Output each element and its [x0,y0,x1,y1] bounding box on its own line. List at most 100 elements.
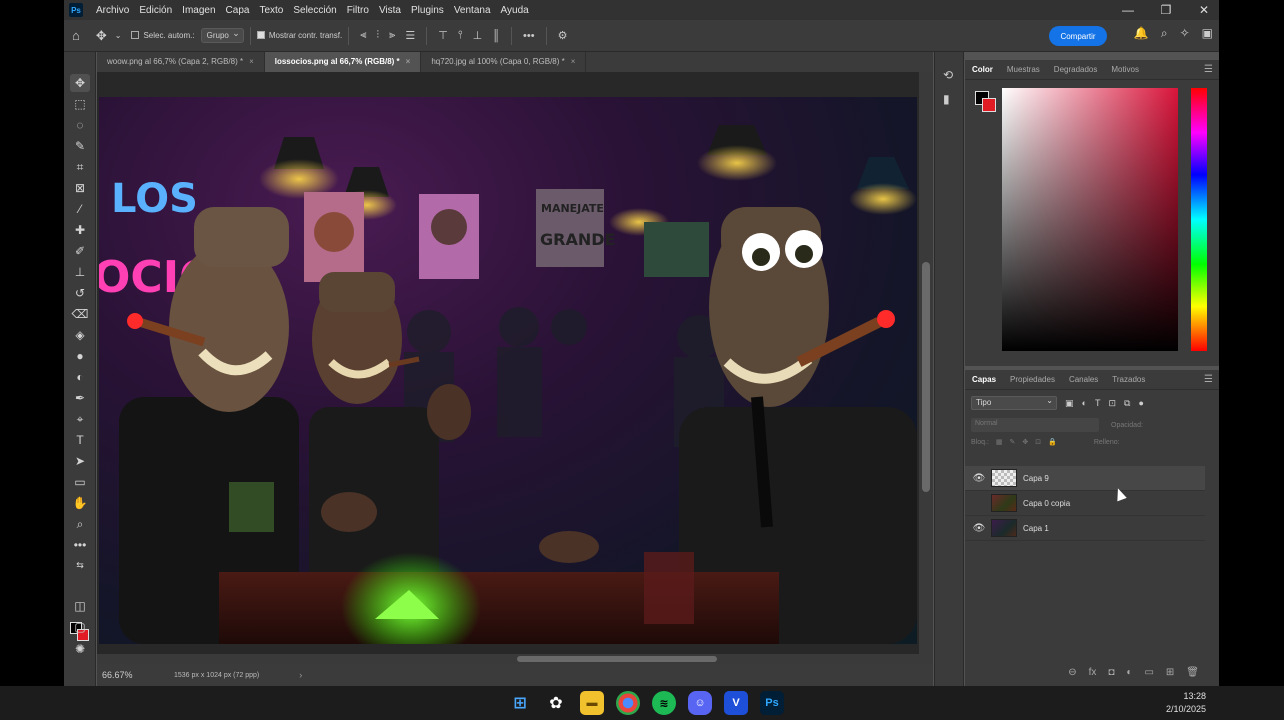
quick-mask-icon[interactable]: ◫ [70,597,90,615]
document-canvas[interactable]: LOS OCIO MANEJATE GRANDE [97,72,933,664]
path-select-icon[interactable]: ➤ [70,452,90,470]
close-icon[interactable]: ✕ [1195,3,1213,17]
discord-icon[interactable]: ☺ [688,691,712,715]
layer-row[interactable]: Capa 0 copia [965,491,1205,516]
new-layer-icon[interactable]: ⊞ [1166,667,1174,678]
history-brush-icon[interactable]: ↺ [70,284,90,302]
screen-mode-icon[interactable]: ▢ [70,618,90,636]
share-button[interactable]: Compartir [1049,26,1107,46]
lock-position-icon[interactable]: ✥ [1022,438,1028,446]
horizontal-scrollbar[interactable] [97,654,919,664]
system-clock[interactable]: 13:28 2/10/2025 [1166,690,1206,716]
edit-toolbar-icon[interactable]: ••• [70,536,90,554]
eraser-tool-icon[interactable]: ⌫ [70,305,90,323]
comments-panel-icon[interactable]: ▮ [943,92,950,106]
panel-menu-icon[interactable]: ☰ [1204,64,1213,75]
scrollbar-thumb[interactable] [922,262,930,492]
layer-style-icon[interactable]: fx [1089,667,1097,678]
paint-bucket-icon[interactable]: ◈ [70,326,90,344]
menu-edicion[interactable]: Edición [134,5,177,16]
gear-icon[interactable]: ⚙ [558,29,568,42]
tab-properties[interactable]: Propiedades [1003,375,1062,384]
photoshop-taskbar-icon[interactable]: Ps [760,691,784,715]
align-left-icon[interactable]: ⫷ [360,29,366,42]
align-center-icon[interactable]: ⫶ [376,29,379,42]
close-icon[interactable]: × [571,57,576,66]
menu-filtro[interactable]: Filtro [342,5,374,16]
auto-select-checkbox[interactable]: Selec. autom.: [131,31,195,40]
blend-mode-dropdown[interactable]: Normal [971,418,1099,432]
eye-icon[interactable]: 👁 [969,473,989,484]
home-icon[interactable]: ⌂ [72,28,80,43]
history-panel-icon[interactable]: ⟲ [943,68,953,82]
lock-artboard-icon[interactable]: ⊡ [1035,438,1041,446]
eye-icon[interactable]: 👁 [969,523,989,534]
layer-name[interactable]: Capa 9 [1023,474,1049,483]
new-group-icon[interactable]: ▭ [1144,667,1153,678]
crop-tool-icon[interactable]: ⌗ [70,158,90,176]
tab-swatches[interactable]: Muestras [1000,65,1047,74]
blur-tool-icon[interactable]: ● [70,347,90,365]
lock-brush-icon[interactable]: ✎ [1010,438,1016,446]
adjustment-layer-icon[interactable]: ◐ [1126,667,1132,678]
close-icon[interactable]: × [406,57,411,66]
bell-icon[interactable]: 🔔 [1134,26,1149,41]
lock-all-icon[interactable]: 🔒 [1048,438,1057,446]
align-middle-icon[interactable]: ⫯ [458,29,463,42]
artwork-image[interactable]: LOS OCIO MANEJATE GRANDE [99,97,917,644]
menu-plugins[interactable]: Plugins [406,5,449,16]
link-layers-icon[interactable]: ⊖ [1068,667,1076,678]
tab-patterns[interactable]: Motivos [1104,65,1146,74]
swap-colors-icon[interactable]: ⇆ [70,556,90,574]
align-top-icon[interactable]: ⊤ [438,29,448,42]
filter-adjustment-icon[interactable]: ◐ [1082,398,1087,408]
layer-row[interactable]: 👁 Capa 1 [965,516,1205,541]
distribute-vertical-icon[interactable]: ║ [492,30,500,42]
background-color-swatch[interactable] [982,98,996,112]
add-mask-icon[interactable]: ◘ [1108,667,1114,678]
workspace-icon[interactable]: ▣ [1202,26,1213,41]
dodge-tool-icon[interactable]: ◐ [70,368,90,386]
eyedropper-tool-icon[interactable]: ⁄ [70,200,90,218]
minimize-icon[interactable]: — [1119,3,1137,17]
type-tool-icon[interactable]: T [70,431,90,449]
menu-vista[interactable]: Vista [374,5,406,16]
windows-start-icon[interactable]: ⊞ [508,691,532,715]
chrome-icon[interactable] [616,691,640,715]
layer-name[interactable]: Capa 1 [1023,524,1049,533]
marquee-tool-icon[interactable]: ⬚ [70,95,90,113]
tab-color[interactable]: Color [965,65,1000,74]
rectangle-tool-icon[interactable]: ▭ [70,473,90,491]
menu-imagen[interactable]: Imagen [177,5,220,16]
delete-layer-icon[interactable]: 🗑 [1186,667,1199,678]
panel-menu-icon[interactable]: ☰ [1204,374,1213,385]
generative-fill-icon[interactable]: ✺ [70,640,90,658]
lock-pixels-icon[interactable]: ▦ [996,438,1003,446]
tab-lossocios[interactable]: lossocios.png al 66,7% (RGB/8) * × [264,52,422,72]
move-tool-icon[interactable]: ✥ [96,28,107,44]
menu-texto[interactable]: Texto [254,5,288,16]
show-transform-checkbox[interactable]: Mostrar contr. transf. [256,31,342,40]
pen-tool-icon[interactable]: ✒ [70,389,90,407]
pen-anchor-icon[interactable]: ⌖ [70,410,90,428]
scrollbar-thumb[interactable] [517,656,717,662]
clone-stamp-icon[interactable]: ⊥ [70,263,90,281]
close-icon[interactable]: × [249,57,254,66]
status-menu-arrow[interactable]: › [299,670,302,680]
tab-paths[interactable]: Trazados [1105,375,1152,384]
vertical-scrollbar[interactable] [919,72,933,664]
tab-layers[interactable]: Capas [965,375,1003,384]
spotify-icon[interactable]: ≋ [652,691,676,715]
menu-seleccion[interactable]: Selección [288,5,341,16]
menu-archivo[interactable]: Archivo [91,5,134,16]
menu-capa[interactable]: Capa [221,5,255,16]
filter-smart-object-icon[interactable]: ⧉ [1124,398,1130,409]
tab-gradients[interactable]: Degradados [1047,65,1105,74]
hue-slider[interactable] [1191,88,1207,351]
tab-channels[interactable]: Canales [1062,375,1105,384]
tab-woow[interactable]: woow.png al 66,7% (Capa 2, RGB/8) * × [97,52,265,72]
tab-hq720[interactable]: hq720.jpg al 100% (Capa 0, RGB/8) * × [421,52,587,72]
brush-tool-icon[interactable]: ✐ [70,242,90,260]
layer-name[interactable]: Capa 0 copia [1023,499,1070,508]
healing-brush-icon[interactable]: ✚ [70,221,90,239]
